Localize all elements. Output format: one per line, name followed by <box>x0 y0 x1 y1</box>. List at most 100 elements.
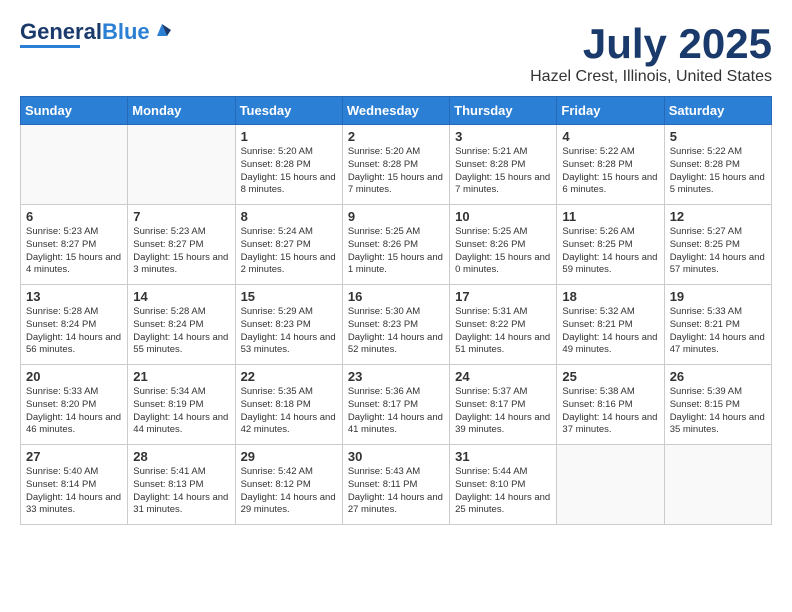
day-number: 13 <box>26 289 122 304</box>
title-area: July 2025 Hazel Crest, Illinois, United … <box>530 20 772 86</box>
calendar-cell: 31 Sunrise: 5:44 AM Sunset: 8:10 PM Dayli… <box>450 445 557 525</box>
weekday-header-friday: Friday <box>557 97 664 125</box>
day-number: 8 <box>241 209 337 224</box>
day-number: 19 <box>670 289 766 304</box>
calendar-cell: 13 Sunrise: 5:28 AM Sunset: 8:24 PM Dayli… <box>21 285 128 365</box>
logo-icon <box>153 20 171 43</box>
day-number: 4 <box>562 129 658 144</box>
day-number: 15 <box>241 289 337 304</box>
calendar-cell: 23 Sunrise: 5:36 AM Sunset: 8:17 PM Dayli… <box>342 365 449 445</box>
logo-underline <box>20 45 80 48</box>
day-info: Sunrise: 5:31 AM Sunset: 8:22 PM Dayligh… <box>455 306 551 357</box>
day-info: Sunrise: 5:44 AM Sunset: 8:10 PM Dayligh… <box>455 466 551 517</box>
calendar-week-3: 13 Sunrise: 5:28 AM Sunset: 8:24 PM Dayli… <box>21 285 772 365</box>
weekday-header-saturday: Saturday <box>664 97 771 125</box>
day-number: 11 <box>562 209 658 224</box>
day-info: Sunrise: 5:20 AM Sunset: 8:28 PM Dayligh… <box>241 146 337 197</box>
calendar-cell: 17Sunrise: 5:31 AM Sunset: 8:22 PM Dayli… <box>450 285 557 365</box>
day-number: 2 <box>348 129 444 144</box>
day-info: Sunrise: 5:25 AM Sunset: 8:26 PM Dayligh… <box>455 226 551 277</box>
page-header: GeneralBlue July 2025 Hazel Crest, Illin… <box>20 20 772 86</box>
calendar-header-row: SundayMondayTuesdayWednesdayThursdayFrid… <box>21 97 772 125</box>
day-info: Sunrise: 5:33 AM Sunset: 8:20 PM Dayligh… <box>26 386 122 437</box>
day-number: 26 <box>670 369 766 384</box>
calendar-cell: 15 Sunrise: 5:29 AM Sunset: 8:23 PM Dayli… <box>235 285 342 365</box>
day-info: Sunrise: 5:22 AM Sunset: 8:28 PM Dayligh… <box>670 146 766 197</box>
calendar-cell: 5 Sunrise: 5:22 AM Sunset: 8:28 PM Daylig… <box>664 125 771 205</box>
month-title: July 2025 <box>530 20 772 68</box>
logo: GeneralBlue <box>20 20 171 48</box>
day-info: Sunrise: 5:42 AM Sunset: 8:12 PM Dayligh… <box>241 466 337 517</box>
calendar-cell: 6 Sunrise: 5:23 AM Sunset: 8:27 PM Daylig… <box>21 205 128 285</box>
day-info: Sunrise: 5:30 AM Sunset: 8:23 PM Dayligh… <box>348 306 444 357</box>
day-info: Sunrise: 5:35 AM Sunset: 8:18 PM Dayligh… <box>241 386 337 437</box>
day-number: 22 <box>241 369 337 384</box>
day-info: Sunrise: 5:33 AM Sunset: 8:21 PM Dayligh… <box>670 306 766 357</box>
day-info: Sunrise: 5:25 AM Sunset: 8:26 PM Dayligh… <box>348 226 444 277</box>
location-title: Hazel Crest, Illinois, United States <box>530 68 772 86</box>
day-info: Sunrise: 5:37 AM Sunset: 8:17 PM Dayligh… <box>455 386 551 437</box>
day-info: Sunrise: 5:36 AM Sunset: 8:17 PM Dayligh… <box>348 386 444 437</box>
calendar-cell: 8 Sunrise: 5:24 AM Sunset: 8:27 PM Daylig… <box>235 205 342 285</box>
day-number: 5 <box>670 129 766 144</box>
day-number: 27 <box>26 449 122 464</box>
weekday-header-sunday: Sunday <box>21 97 128 125</box>
calendar-cell: 22 Sunrise: 5:35 AM Sunset: 8:18 PM Dayli… <box>235 365 342 445</box>
calendar-cell: 10 Sunrise: 5:25 AM Sunset: 8:26 PM Dayli… <box>450 205 557 285</box>
calendar-cell: 21 Sunrise: 5:34 AM Sunset: 8:19 PM Dayli… <box>128 365 235 445</box>
calendar-cell: 16 Sunrise: 5:30 AM Sunset: 8:23 PM Dayli… <box>342 285 449 365</box>
calendar-cell: 24 Sunrise: 5:37 AM Sunset: 8:17 PM Dayli… <box>450 365 557 445</box>
day-number: 21 <box>133 369 229 384</box>
day-number: 25 <box>562 369 658 384</box>
day-number: 10 <box>455 209 551 224</box>
day-info: Sunrise: 5:28 AM Sunset: 8:24 PM Dayligh… <box>26 306 122 357</box>
calendar-cell: 12Sunrise: 5:27 AM Sunset: 8:25 PM Dayli… <box>664 205 771 285</box>
day-number: 6 <box>26 209 122 224</box>
calendar-cell: 28 Sunrise: 5:41 AM Sunset: 8:13 PM Dayli… <box>128 445 235 525</box>
weekday-header-thursday: Thursday <box>450 97 557 125</box>
calendar-week-1: 1 Sunrise: 5:20 AM Sunset: 8:28 PM Daylig… <box>21 125 772 205</box>
day-number: 18 <box>562 289 658 304</box>
day-number: 16 <box>348 289 444 304</box>
day-number: 30 <box>348 449 444 464</box>
day-number: 12 <box>670 209 766 224</box>
day-number: 9 <box>348 209 444 224</box>
calendar-cell: 20Sunrise: 5:33 AM Sunset: 8:20 PM Dayli… <box>21 365 128 445</box>
calendar-week-2: 6 Sunrise: 5:23 AM Sunset: 8:27 PM Daylig… <box>21 205 772 285</box>
day-info: Sunrise: 5:24 AM Sunset: 8:27 PM Dayligh… <box>241 226 337 277</box>
calendar-table: SundayMondayTuesdayWednesdayThursdayFrid… <box>20 96 772 525</box>
calendar-cell: 30 Sunrise: 5:43 AM Sunset: 8:11 PM Dayli… <box>342 445 449 525</box>
logo-text-general: GeneralBlue <box>20 21 150 43</box>
calendar-cell <box>21 125 128 205</box>
calendar-cell <box>128 125 235 205</box>
day-number: 29 <box>241 449 337 464</box>
calendar-cell: 14Sunrise: 5:28 AM Sunset: 8:24 PM Dayli… <box>128 285 235 365</box>
day-number: 24 <box>455 369 551 384</box>
calendar-cell: 9 Sunrise: 5:25 AM Sunset: 8:26 PM Daylig… <box>342 205 449 285</box>
day-info: Sunrise: 5:22 AM Sunset: 8:28 PM Dayligh… <box>562 146 658 197</box>
day-number: 23 <box>348 369 444 384</box>
day-info: Sunrise: 5:20 AM Sunset: 8:28 PM Dayligh… <box>348 146 444 197</box>
calendar-cell: 25 Sunrise: 5:38 AM Sunset: 8:16 PM Dayli… <box>557 365 664 445</box>
day-number: 31 <box>455 449 551 464</box>
calendar-cell: 7Sunrise: 5:23 AM Sunset: 8:27 PM Daylig… <box>128 205 235 285</box>
calendar-cell: 1 Sunrise: 5:20 AM Sunset: 8:28 PM Daylig… <box>235 125 342 205</box>
day-info: Sunrise: 5:28 AM Sunset: 8:24 PM Dayligh… <box>133 306 229 357</box>
day-info: Sunrise: 5:38 AM Sunset: 8:16 PM Dayligh… <box>562 386 658 437</box>
day-number: 3 <box>455 129 551 144</box>
calendar-cell: 3 Sunrise: 5:21 AM Sunset: 8:28 PM Daylig… <box>450 125 557 205</box>
day-info: Sunrise: 5:43 AM Sunset: 8:11 PM Dayligh… <box>348 466 444 517</box>
day-info: Sunrise: 5:21 AM Sunset: 8:28 PM Dayligh… <box>455 146 551 197</box>
day-info: Sunrise: 5:41 AM Sunset: 8:13 PM Dayligh… <box>133 466 229 517</box>
day-number: 28 <box>133 449 229 464</box>
day-info: Sunrise: 5:40 AM Sunset: 8:14 PM Dayligh… <box>26 466 122 517</box>
day-info: Sunrise: 5:29 AM Sunset: 8:23 PM Dayligh… <box>241 306 337 357</box>
day-number: 1 <box>241 129 337 144</box>
weekday-header-tuesday: Tuesday <box>235 97 342 125</box>
day-info: Sunrise: 5:34 AM Sunset: 8:19 PM Dayligh… <box>133 386 229 437</box>
calendar-cell: 27 Sunrise: 5:40 AM Sunset: 8:14 PM Dayli… <box>21 445 128 525</box>
day-info: Sunrise: 5:23 AM Sunset: 8:27 PM Dayligh… <box>26 226 122 277</box>
calendar-week-5: 27 Sunrise: 5:40 AM Sunset: 8:14 PM Dayli… <box>21 445 772 525</box>
calendar-cell: 18Sunrise: 5:32 AM Sunset: 8:21 PM Dayli… <box>557 285 664 365</box>
weekday-header-wednesday: Wednesday <box>342 97 449 125</box>
